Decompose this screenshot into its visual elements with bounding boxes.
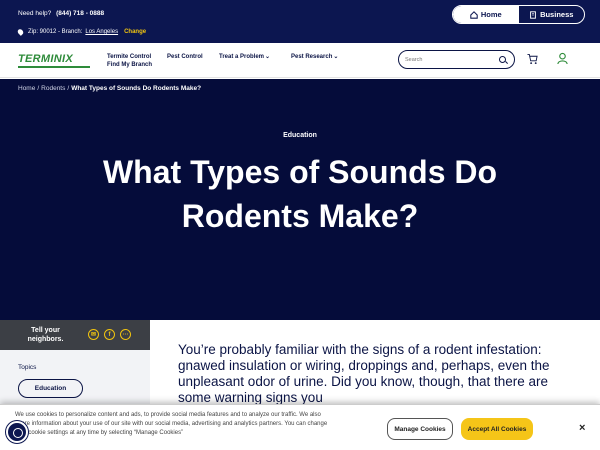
breadcrumb-current: What Types of Sounds Do Rodents Make? (71, 85, 202, 92)
close-icon[interactable]: × (579, 422, 585, 434)
location-info: Zip: 90012 - Branch: Los Angeles Change (16, 28, 146, 36)
building-icon (530, 10, 536, 19)
nav-pest-control[interactable]: Pest Control (167, 53, 203, 61)
cookie-banner: We use cookies to personalize content an… (0, 404, 600, 450)
cookie-text: We use cookies to personalize content an… (15, 412, 328, 436)
breadcrumb-separator: / (37, 85, 40, 92)
business-toggle-button[interactable]: Business (519, 6, 585, 23)
branch-city-link[interactable]: Los Angeles (85, 29, 118, 35)
topic-pill-education[interactable]: Education (18, 379, 83, 398)
search-box (398, 50, 515, 69)
more-icon[interactable]: ··· (120, 329, 131, 340)
article-category: Education (283, 132, 317, 139)
nav-pest-research[interactable]: Pest Research⌄ (291, 53, 338, 61)
cart-icon[interactable] (527, 53, 538, 65)
share-bar: Tell your neighbors. ✉ f ··· (0, 320, 150, 350)
top-utility-bar: Need help? (844) 718 - 0888 Zip: 90012 -… (0, 0, 600, 43)
help-phone[interactable]: Need help? (844) 718 - 0888 (18, 10, 104, 17)
change-location-link[interactable]: Change (124, 29, 146, 35)
nav-treat-a-problem[interactable]: Treat a Problem⌄ (219, 53, 270, 61)
terminix-logo[interactable]: TERMINIX (18, 53, 73, 65)
breadcrumb-rodents[interactable]: Rodents (41, 85, 65, 92)
chevron-down-icon: ⌄ (265, 54, 271, 60)
nav-pest-research-label: Pest Research (291, 54, 333, 60)
hero-section: Home / Rodents / What Types of Sounds Do Rod… (0, 79, 600, 320)
page-title: What Types of Sounds Do Rodents Make? (102, 154, 498, 234)
breadcrumb-separator: / (67, 85, 70, 92)
nav-find-my-branch[interactable]: Find My Branch (107, 61, 152, 69)
location-pin-icon (16, 28, 25, 36)
home-icon (470, 10, 478, 19)
main-navigation: TERMINIX Termite Control Find My Branch … (0, 43, 600, 78)
breadcrumb-home[interactable]: Home (18, 85, 35, 92)
manage-cookies-button[interactable]: Manage Cookies (387, 418, 453, 440)
search-icon[interactable] (499, 56, 506, 63)
search-input[interactable] (405, 54, 495, 65)
accept-all-cookies-button[interactable]: Accept All Cookies (461, 418, 533, 440)
cookie-settings-icon[interactable] (6, 421, 28, 443)
phone-number[interactable]: (844) 718 - 0888 (56, 10, 104, 17)
nav-termite-control[interactable]: Termite Control (107, 53, 151, 61)
email-icon[interactable]: ✉ (88, 329, 99, 340)
account-icon[interactable] (557, 52, 568, 65)
home-business-toggle: Home Business (452, 5, 585, 24)
topics-label: Topics (18, 364, 37, 371)
share-label: Tell your neighbors. (27, 327, 64, 343)
location-text: Zip: 90012 - Branch: (28, 29, 83, 35)
article-intro: You’re probably familiar with the signs … (178, 342, 550, 405)
chevron-down-icon: ⌄ (333, 54, 339, 60)
business-toggle-label: Business (540, 10, 574, 19)
home-toggle-button[interactable]: Home (453, 6, 519, 23)
home-toggle-label: Home (480, 10, 502, 19)
breadcrumb: Home / Rodents / What Types of Sounds Do Rod… (18, 85, 201, 92)
logo-underline (18, 66, 90, 68)
nav-treat-a-problem-label: Treat a Problem (219, 54, 265, 60)
help-label: Need help? (18, 10, 52, 17)
facebook-icon[interactable]: f (104, 329, 115, 340)
